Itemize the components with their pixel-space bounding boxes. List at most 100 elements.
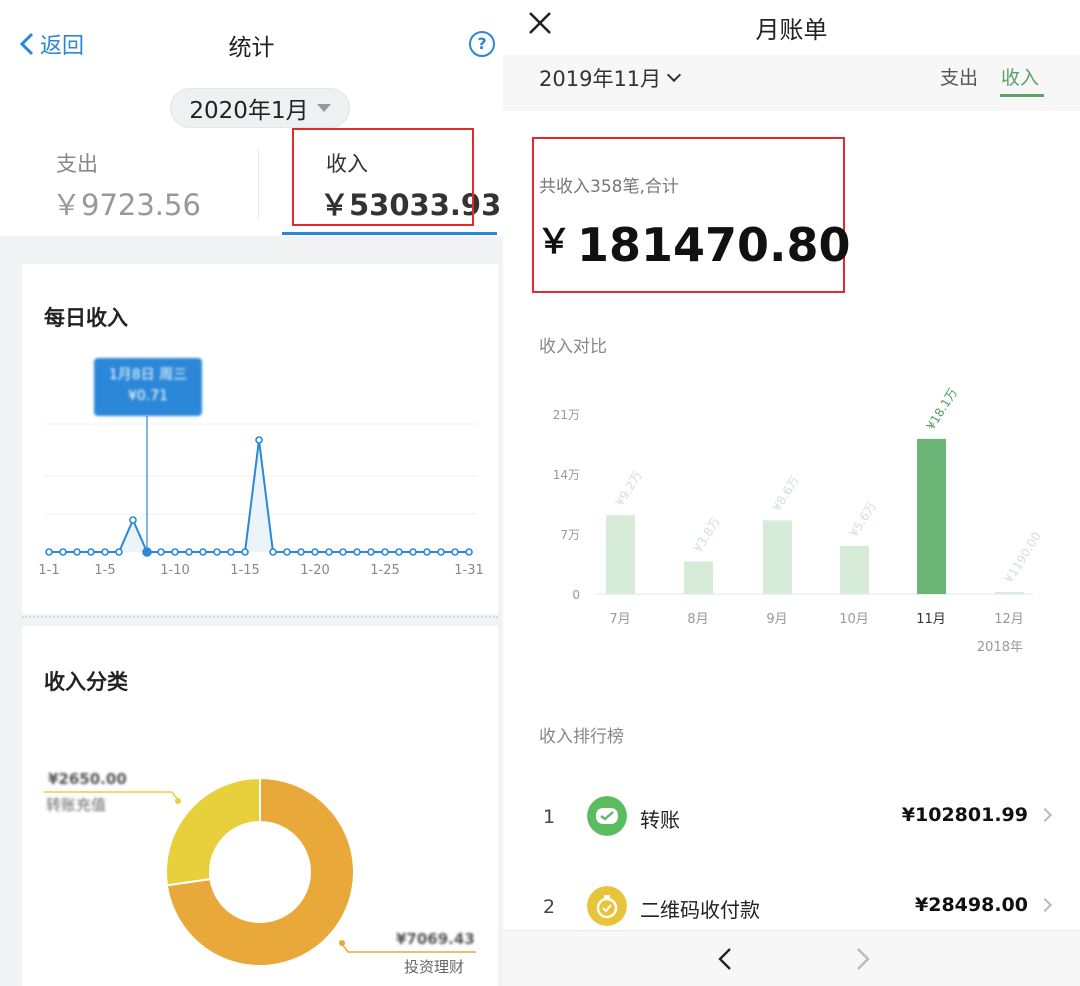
y-tick-label: 21万 (553, 408, 580, 422)
donut-slice (165, 776, 261, 887)
data-point (59, 548, 67, 556)
data-label: ¥9.2万 (613, 468, 645, 508)
data-label: ¥18.1万 (924, 386, 960, 433)
month-selector-label: 2020年1月 (189, 98, 309, 124)
y-tick-label: 14万 (553, 468, 580, 482)
ranking-row[interactable]: 1 转账 ¥102801.99 (503, 778, 1080, 858)
data-label: ¥3.8万 (691, 515, 723, 555)
data-point (465, 548, 473, 556)
bar (684, 561, 713, 594)
leader-dot (175, 798, 181, 804)
bar (606, 515, 635, 594)
tab-income[interactable]: 收入 (1001, 63, 1039, 90)
tooltip-value: ¥0.71 (127, 388, 169, 404)
data-point (199, 548, 207, 556)
data-label: ¥1190.00 (1002, 530, 1044, 586)
compare-title: 收入对比 (539, 337, 607, 357)
data-point (409, 548, 417, 556)
data-point (297, 548, 305, 556)
tab-expense-label: 支出 (56, 152, 98, 176)
summary-note: 共收入358笔,合计 (539, 177, 679, 197)
ranking-name: 转账 (640, 808, 680, 832)
ranking-title: 收入排行榜 (539, 727, 624, 747)
tooltip-date: 1月8日 周三 (108, 367, 188, 383)
tab-expense[interactable]: 支出 (940, 63, 978, 90)
bar (917, 438, 946, 594)
sub-header: 2019年11月 支出 收入 (503, 55, 1080, 111)
ranking-amount: ¥102801.99 (901, 804, 1028, 826)
daily-income-card: 每日收入 1-1 1-5 1-10 1-15 1-20 1-25 1-31 1月8日 周三 … (22, 264, 498, 614)
data-point (437, 548, 445, 556)
chevron-left-icon[interactable] (713, 947, 737, 971)
data-point (227, 548, 235, 556)
active-tab-indicator (1000, 94, 1044, 97)
daily-income-chart: 1-1 1-5 1-10 1-15 1-20 1-25 1-31 (38, 416, 484, 578)
data-point (423, 548, 431, 556)
x-tick-label: 1-20 (300, 563, 330, 578)
stats-panel: 返回 统计 ? 2020年1月 支出 ￥9723.56 收入 ￥53033.93 (0, 0, 503, 986)
slice-value-1: ¥2650.00 (48, 770, 127, 788)
data-point (171, 548, 179, 556)
tab-expense[interactable]: 支出 ￥9723.56 (0, 132, 258, 236)
ranking-number: 2 (543, 896, 556, 918)
data-point (73, 548, 81, 556)
page-title: 统计 (228, 35, 275, 61)
card-separator (22, 616, 498, 618)
bar (763, 520, 792, 594)
highlight-box (292, 128, 474, 226)
bar (995, 592, 1024, 594)
x-tick-label: 1-1 (38, 563, 59, 578)
year-label: 2018年 (977, 640, 1023, 655)
data-point (325, 548, 333, 556)
chart-tooltip: 1月8日 周三 ¥0.71 (94, 358, 202, 416)
data-point (269, 548, 277, 556)
data-point (45, 548, 53, 556)
data-point (185, 548, 193, 556)
data-point (283, 548, 291, 556)
ranking-amount: ¥28498.00 (915, 894, 1028, 916)
caret-down-icon (316, 104, 331, 112)
data-point (451, 548, 459, 556)
question-circle-icon[interactable]: ? (469, 31, 495, 57)
x-tick-label: 1-10 (160, 563, 190, 578)
qr-payment-icon (587, 886, 627, 926)
month-selector[interactable]: 2020年1月 (170, 88, 350, 128)
x-tick-label: 1-15 (230, 563, 260, 578)
y-tick-label: 0 (572, 588, 580, 602)
active-tab-indicator (282, 232, 497, 235)
ranking-name: 二维码收付款 (640, 898, 760, 922)
chevron-down-icon (667, 67, 682, 83)
chevron-right-icon (1037, 897, 1053, 913)
data-point (157, 548, 165, 556)
income-category-card: 收入分类 ¥2650.00 转账充值 ¥7069.43 投资理财 (22, 626, 498, 986)
data-point (395, 548, 403, 556)
x-tick-label: 8月 (687, 612, 708, 627)
x-tick-label: 9月 (766, 612, 787, 627)
summary-amount: ￥ 181470.80 (537, 214, 851, 272)
bottom-nav (503, 930, 1080, 986)
data-point (129, 516, 137, 524)
data-point (115, 548, 123, 556)
y-tick-label: 7万 (560, 528, 580, 542)
month-bar: 2020年1月 (0, 84, 503, 132)
data-point (381, 548, 389, 556)
month-selector[interactable]: 2019年11月 (539, 63, 682, 93)
monthly-bill-panel: 月账单 2019年11月 支出 收入 共收入358笔,合计 ￥ 181470.80… (503, 0, 1080, 986)
x-tick-label: 11月 (916, 612, 946, 627)
data-label: ¥5.6万 (847, 499, 879, 539)
chevron-right-icon (1037, 807, 1053, 823)
slice-value-2: ¥7069.43 (396, 930, 475, 948)
x-tick-label: 7月 (609, 612, 630, 627)
data-point (255, 436, 263, 444)
leader-dot (339, 940, 345, 946)
chevron-right-icon[interactable] (851, 947, 875, 971)
data-point (339, 548, 347, 556)
data-point (311, 548, 319, 556)
data-point (213, 548, 221, 556)
x-tick-label: 10月 (839, 612, 869, 627)
bar (840, 546, 869, 594)
series-area (49, 440, 469, 552)
x-tick-label: 1-31 (454, 563, 484, 578)
month-selector-label: 2019年11月 (539, 67, 662, 91)
summary-amount-value: 181470.80 (577, 218, 851, 272)
